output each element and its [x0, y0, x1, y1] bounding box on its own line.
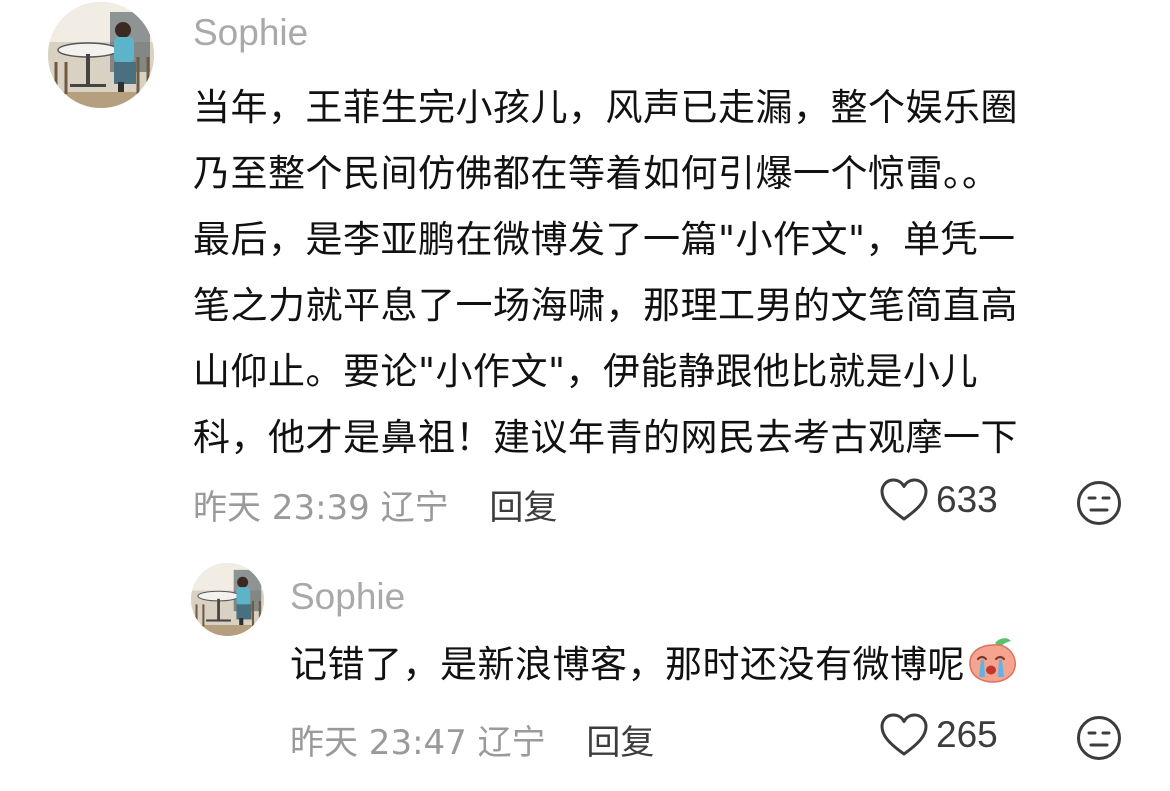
comment-text: 当年，王菲生完小孩儿，风声已走漏，整个娱乐圈 乃至整个民间仿佛都在等着如何引爆一… [193, 75, 1018, 471]
comment-item: Sophie 当年，王菲生完小孩儿，风声已走漏，整个娱乐圈 乃至整个民间仿佛都在… [0, 0, 1170, 540]
comment-text-line: 笔之力就平息了一场海啸，那理工男的文笔简直高 [193, 284, 1018, 327]
dislike-button[interactable] [1076, 715, 1122, 761]
avatar[interactable] [48, 2, 154, 108]
comment-text-line: 科，他才是鼻祖！建议年青的网民去考古观摩一下 [193, 416, 1018, 459]
reply-text-line: 记错了，是新浪博客，那时还没有微博呢 [290, 636, 1019, 700]
comment-location: 辽宁 [380, 488, 449, 528]
comment-username[interactable]: Sophie [193, 12, 308, 54]
avatar[interactable] [191, 563, 264, 636]
crying-peach-emoji-icon [967, 637, 1019, 700]
reply-button[interactable]: 回复 [586, 723, 654, 763]
heart-outline-icon [880, 713, 928, 757]
comment-text-line: 乃至整个民间仿佛都在等着如何引爆一个惊雷。。 [193, 152, 1000, 195]
meh-face-icon [1076, 715, 1122, 761]
meh-face-icon [1076, 480, 1122, 526]
comment-text-line: 最后，是李亚鹏在微博发了一篇"小作文"，单凭一 [193, 218, 1016, 261]
comment-text-line: 当年，王菲生完小孩儿，风声已走漏，整个娱乐圈 [193, 86, 1018, 129]
comment-time: 昨天 23:39 [193, 488, 370, 528]
reply-text-content: 记错了，是新浪博客，那时还没有微博呢 [290, 643, 965, 686]
dislike-button[interactable] [1076, 480, 1122, 526]
reply-meta: 昨天 23:47 辽宁 回复 [290, 715, 654, 764]
reply-time: 昨天 23:47 [290, 723, 467, 763]
avatar-photo [48, 2, 154, 108]
reply-username[interactable]: Sophie [290, 576, 405, 618]
like-button[interactable]: 633 [880, 478, 998, 522]
comment-meta: 昨天 23:39 辽宁 回复 [193, 480, 557, 529]
reply-text: 记错了，是新浪博客，那时还没有微博呢 [290, 636, 1019, 700]
heart-outline-icon [880, 478, 928, 522]
like-count: 633 [936, 479, 998, 520]
comment-text-line: 山仰止。要论"小作文"，伊能静跟他比就是小儿 [193, 350, 979, 393]
reply-location: 辽宁 [477, 723, 546, 763]
reply-button[interactable]: 回复 [489, 488, 557, 528]
like-button[interactable]: 265 [880, 713, 998, 757]
like-count: 265 [936, 714, 998, 755]
reply-item: Sophie 记错了，是新浪博客，那时还没有微博呢 昨天 23:47 辽宁 回复 [0, 540, 1170, 791]
avatar-photo [191, 563, 264, 636]
